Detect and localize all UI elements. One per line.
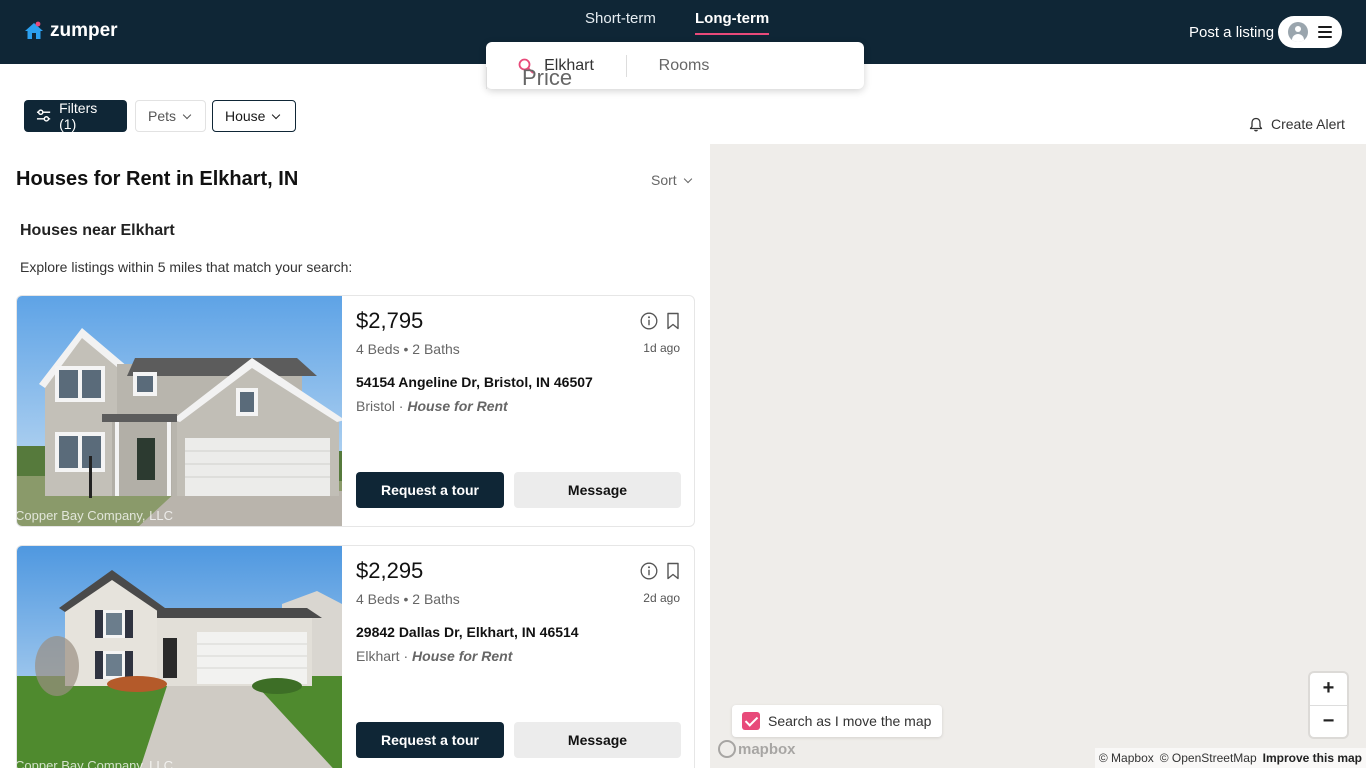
pets-dropdown[interactable]: Pets [135,100,206,132]
post-listing-link[interactable]: Post a listing [1189,24,1274,41]
neighborhood-name: Bristol [356,398,395,414]
photo-watermark: Copper Bay Company, LLC [17,508,174,523]
search-bar: Elkhart Price Rooms [486,42,864,90]
listing-address[interactable]: 29842 Dallas Dr, Elkhart, IN 46514 [356,624,579,640]
filters-button[interactable]: Filters (1) [24,100,127,132]
page-title: Houses for Rent in Elkhart, IN [16,168,299,190]
listing-price: $2,295 [356,558,424,583]
listing-neighborhood: Bristol · House for Rent [356,398,508,414]
listing-beds-baths: 4 Beds • 2 Baths [356,591,460,607]
listing-price: $2,795 [356,308,424,333]
create-alert-label: Create Alert [1271,116,1345,132]
attribution-mapbox[interactable]: © Mapbox [1099,751,1154,765]
chevron-down-icon [272,110,281,119]
listing-details: $2,295 4 Beds • 2 Baths 29842 Dallas Dr,… [356,546,694,768]
listing-details: $2,795 4 Beds • 2 Baths 54154 Angeline D… [356,296,694,526]
separator: · [394,398,408,414]
message-button[interactable]: Message [514,472,681,508]
listing-photo[interactable]: Copper Bay Company, LLC [17,296,342,526]
section-subtitle: Explore listings within 5 miles that mat… [20,259,353,275]
section-title: Houses near Elkhart [20,222,175,239]
listing-beds-baths: 4 Beds • 2 Baths [356,341,460,357]
sliders-icon [36,109,51,122]
bell-icon [1249,117,1263,131]
listing-neighborhood: Elkhart · House for Rent [356,648,512,664]
zumper-logo[interactable]: zumper [24,20,118,42]
user-avatar-icon [1288,22,1308,42]
listing-address[interactable]: 54154 Angeline Dr, Bristol, IN 46507 [356,374,593,390]
zoom-out-button[interactable]: − [1310,704,1347,738]
listing-type: House for Rent [412,648,513,664]
request-tour-button[interactable]: Request a tour [356,472,504,508]
listing-card[interactable]: Copper Bay Company, LLC $2,795 4 Beds • … [16,295,695,527]
chevron-down-icon [683,174,692,183]
zoom-controls: + − [1310,673,1347,737]
request-tour-button[interactable]: Request a tour [356,722,504,758]
attribution-osm[interactable]: © OpenStreetMap [1160,751,1257,765]
info-icon[interactable] [640,312,658,330]
listing-posted-time: 1d ago [643,341,680,355]
bookmark-icon[interactable] [666,312,680,330]
mapbox-mark-icon [718,740,736,758]
bookmark-icon[interactable] [666,562,680,580]
mapbox-logo[interactable]: mapbox [718,740,796,758]
tab-long-term[interactable]: Long-term [695,10,770,35]
house-label: House [225,108,266,124]
info-icon[interactable] [640,562,658,580]
sort-dropdown[interactable]: Sort [651,172,692,188]
menu-icon [1318,26,1332,38]
map-attribution: © Mapbox © OpenStreetMap Improve this ma… [1094,748,1366,768]
chevron-down-icon [182,110,192,119]
checkbox-checked-icon[interactable] [742,712,760,730]
house-logo-icon [25,21,43,39]
tab-short-term[interactable]: Short-term [585,10,656,33]
pets-label: Pets [148,108,177,124]
listing-posted-time: 2d ago [643,591,680,605]
message-button[interactable]: Message [514,722,681,758]
photo-watermark: Copper Bay Company, LLC [17,758,174,768]
listing-card[interactable]: Copper Bay Company, LLC $2,295 4 Beds • … [16,545,695,768]
filters-label: Filters (1) [59,100,98,132]
house-type-dropdown[interactable]: House [212,100,296,132]
neighborhood-name: Elkhart [356,648,400,664]
search-as-move-label: Search as I move the map [768,713,932,729]
improve-map-link[interactable]: Improve this map [1263,751,1362,765]
brand-name: zumper [50,20,118,41]
zoom-in-button[interactable]: + [1310,673,1347,705]
map-panel[interactable]: Search as I move the map + − mapbox © Ma… [710,144,1366,768]
search-as-move-toggle[interactable]: Search as I move the map [732,705,942,737]
separator: · [399,648,413,664]
price-filter[interactable]: Price [486,54,608,101]
sort-label: Sort [651,172,677,188]
listing-type: House for Rent [407,398,508,414]
rooms-filter[interactable]: Rooms [626,42,742,89]
create-alert-button[interactable]: Create Alert [1249,116,1345,132]
mapbox-wordmark: mapbox [738,740,796,758]
account-menu-button[interactable] [1278,16,1342,48]
listing-photo[interactable]: Copper Bay Company, LLC [17,546,342,768]
